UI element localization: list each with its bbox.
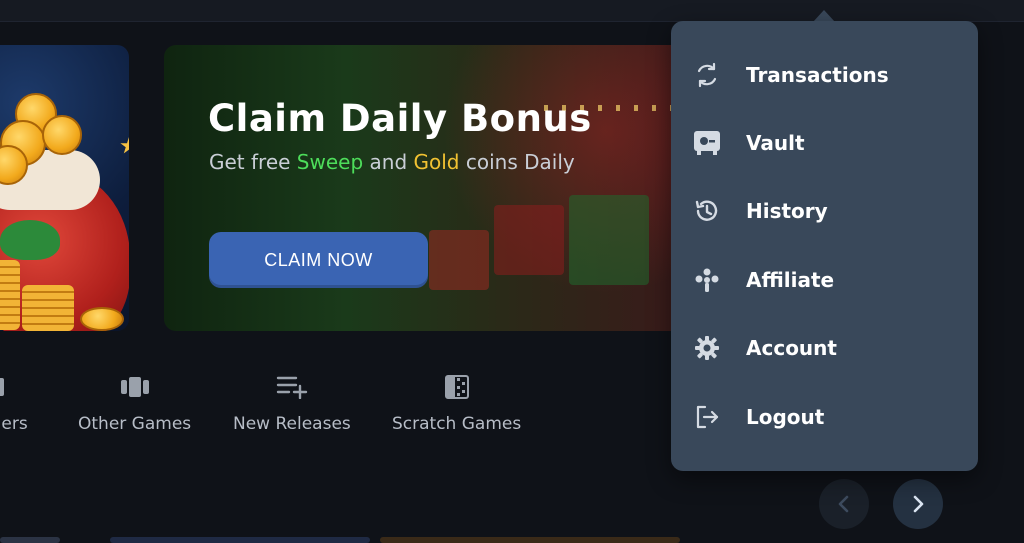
gear-icon [693,334,721,362]
other-games-icon [120,372,150,402]
chevron-left-icon [838,495,849,513]
menu-item-label: Account [746,336,837,360]
category-other-games[interactable]: Other Games [78,372,191,434]
category-label: alers [0,414,28,434]
category-label: New Releases [233,414,351,434]
subtitle-middle: and [363,150,414,174]
live-dealer-icon [0,372,42,402]
gift-box-image [429,230,489,290]
category-live-dealers[interactable]: alers [0,372,42,434]
category-label: Scratch Games [392,414,522,434]
menu-item-history[interactable]: History [671,181,978,241]
menu-item-label: Vault [746,131,805,155]
gold-highlight: Gold [413,150,460,174]
menu-item-account[interactable]: Account [671,318,978,378]
gift-box-image [569,195,649,285]
category-label: Other Games [78,414,192,434]
chevron-right-icon [913,495,924,513]
category-scratch-games[interactable]: Scratch Games [392,372,521,434]
subtitle-suffix: coins Daily [459,150,575,174]
vault-icon [693,129,721,157]
prev-page-button[interactable] [819,479,869,529]
menu-item-label: Affiliate [746,268,835,292]
tile-edge [110,537,370,543]
promo-tile-gift[interactable] [0,45,129,331]
menu-item-label: History [746,199,828,223]
top-bar [0,0,1024,22]
star-icon [120,137,129,154]
new-releases-icon [276,372,308,402]
daily-bonus-banner: Claim Daily Bonus Get free Sweep and Gol… [164,45,684,331]
history-icon [693,197,721,225]
coin-image [80,307,124,331]
coin-stack-image [0,260,20,330]
menu-item-label: Transactions [746,63,889,87]
claim-now-button[interactable]: CLAIM NOW [209,232,428,288]
gift-box-image [494,205,564,275]
category-new-releases[interactable]: New Releases [233,372,351,434]
banner-title: Claim Daily Bonus [208,97,592,140]
menu-item-vault[interactable]: Vault [671,113,978,173]
tile-edge [0,537,60,543]
sweep-highlight: Sweep [296,150,364,174]
subtitle-prefix: Get free [209,150,297,174]
scratch-games-icon [444,372,469,402]
logout-icon [693,403,721,431]
tile-edge [380,537,680,543]
bow-image [0,220,60,260]
coin-stack-image [22,285,74,331]
affiliate-icon [693,266,721,294]
page: Claim Daily Bonus Get free Sweep and Gol… [0,0,1024,543]
transactions-icon [693,61,721,89]
menu-item-logout[interactable]: Logout [671,387,978,447]
coin-image [42,115,82,155]
menu-item-label: Logout [746,405,825,429]
next-page-button[interactable] [893,479,943,529]
user-menu-dropdown: Transactions Vault History Affiliate Acc… [671,21,978,471]
banner-subtitle: Get free Sweep and Gold coins Daily [209,150,575,174]
menu-item-transactions[interactable]: Transactions [671,45,978,105]
menu-item-affiliate[interactable]: Affiliate [671,250,978,310]
